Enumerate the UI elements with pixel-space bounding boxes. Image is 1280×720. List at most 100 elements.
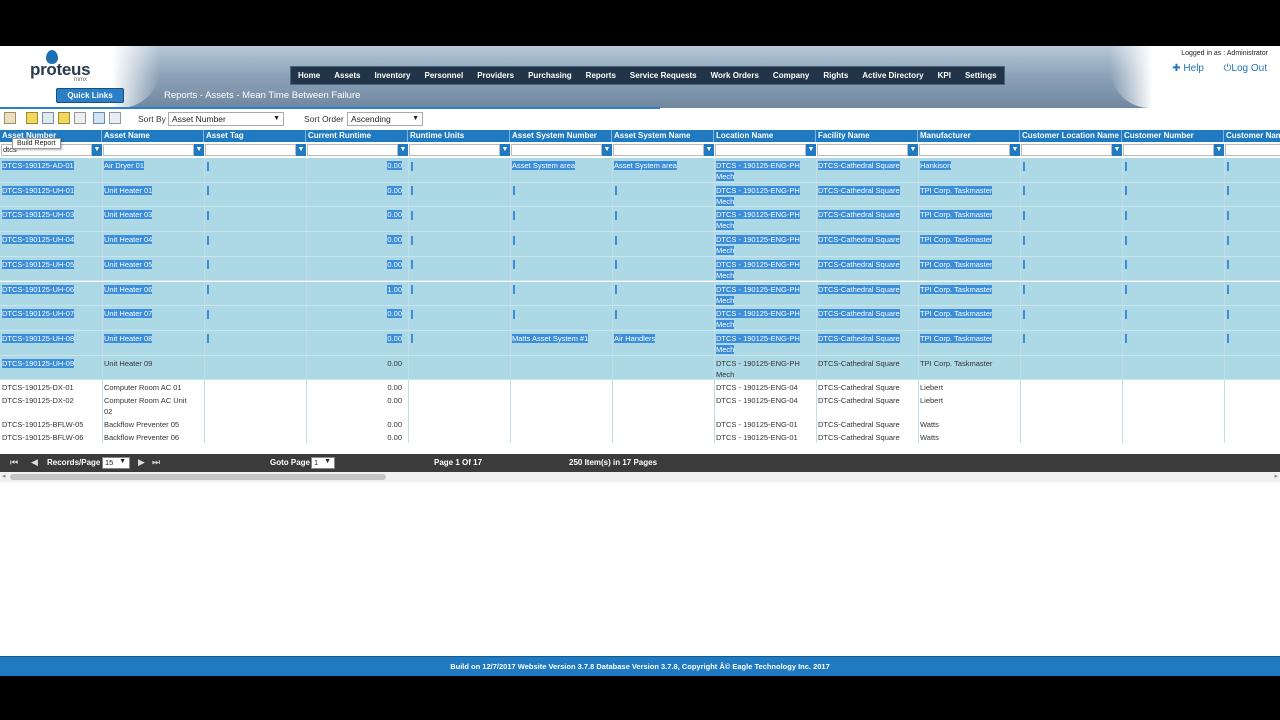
- nav-item-settings[interactable]: Settings: [958, 67, 1004, 86]
- scrollbar-thumb[interactable]: [10, 474, 386, 480]
- table-row[interactable]: DTCS-190125-UH-03 Unit Heater 03 0.00 DTCS …: [0, 207, 1280, 233]
- column-header[interactable]: Customer Number: [1122, 130, 1224, 142]
- nav-item-providers[interactable]: Providers: [470, 67, 521, 86]
- filter-input[interactable]: [919, 144, 1010, 156]
- cell-text: DTCS-190125-BFLW-05: [2, 420, 84, 430]
- sort-by-select[interactable]: Asset Number ▼: [168, 112, 284, 126]
- filter-funnel-icon[interactable]: ▼: [194, 144, 204, 156]
- nav-item-reports[interactable]: Reports: [579, 67, 623, 86]
- filter-funnel-icon[interactable]: ▼: [908, 144, 918, 156]
- horizontal-scrollbar[interactable]: ◂ ▸: [0, 472, 1280, 482]
- help-link[interactable]: ✚ Help: [1172, 63, 1204, 74]
- empty-cell: [1225, 259, 1229, 270]
- filter-funnel-icon[interactable]: ▼: [1214, 144, 1224, 156]
- filter-input[interactable]: [205, 144, 296, 156]
- next-page-icon[interactable]: ▶: [138, 457, 145, 468]
- column-header[interactable]: Facility Name: [816, 130, 918, 142]
- column-header[interactable]: Customer Nam: [1224, 130, 1280, 142]
- filter-input[interactable]: [103, 144, 194, 156]
- filter-input[interactable]: [511, 144, 602, 156]
- table-row[interactable]: DTCS-190125-UH-09 Unit Heater 09 0.00 DTCS …: [0, 355, 1280, 381]
- scroll-right-icon[interactable]: ▸: [1274, 472, 1278, 480]
- first-page-icon[interactable]: ⏮: [10, 457, 18, 468]
- table-row[interactable]: DTCS-190125-DX-02 Computer Room AC Unit 02…: [0, 393, 1280, 418]
- filter-funnel-icon[interactable]: ▼: [1112, 144, 1122, 156]
- nav-item-company[interactable]: Company: [766, 67, 816, 86]
- filter-input[interactable]: [1123, 144, 1214, 156]
- nav-item-home[interactable]: Home: [291, 67, 327, 86]
- column-header[interactable]: Customer Location Name: [1020, 130, 1122, 142]
- quick-links-button[interactable]: Quick Links: [56, 88, 124, 103]
- table-row[interactable]: DTCS-190125-DX-01 Computer Room AC 01 0.00…: [0, 380, 1280, 394]
- column-header[interactable]: Asset Name: [102, 130, 204, 142]
- filter-clear-icon[interactable]: [93, 112, 105, 124]
- filter-funnel-icon[interactable]: ▼: [500, 144, 510, 156]
- nav-item-purchasing[interactable]: Purchasing: [521, 67, 579, 86]
- table-row[interactable]: DTCS-190125-UH-06 Unit Heater 06 1.00 DTCS …: [0, 281, 1280, 307]
- filter-funnel-icon[interactable]: ▼: [1010, 144, 1020, 156]
- sort-order-select[interactable]: Ascending ▼: [347, 112, 423, 126]
- table-icon[interactable]: [42, 112, 54, 124]
- filter-funnel-icon[interactable]: ▼: [296, 144, 306, 156]
- export-icon[interactable]: [58, 112, 70, 124]
- filter-funnel-icon[interactable]: ▼: [602, 144, 612, 156]
- logo[interactable]: proteus mmx: [30, 50, 100, 86]
- asset-number-cell: DTCS-190125-UH-01: [0, 185, 75, 196]
- nav-item-service-requests[interactable]: Service Requests: [623, 67, 704, 86]
- empty-cell: [409, 284, 413, 295]
- build-report-tooltip: Build Report: [12, 138, 61, 149]
- location-name-cell: DTCS - 190125-ENG-04: [714, 395, 798, 406]
- column-header[interactable]: Location Name: [714, 130, 816, 142]
- nav-item-kpi[interactable]: KPI: [931, 67, 958, 86]
- nav-item-inventory[interactable]: Inventory: [367, 67, 417, 86]
- location-name-cell: DTCS - 190125-ENG-PH: [714, 160, 800, 171]
- asset-name-cell: Backflow Preventer 06: [102, 432, 179, 443]
- filter-funnel-icon[interactable]: ▼: [398, 144, 408, 156]
- table-row[interactable]: DTCS-190125-UH-04 Unit Heater 04 0.00 DTCS …: [0, 232, 1280, 257]
- filter-funnel-icon[interactable]: ▼: [806, 144, 816, 156]
- column-header[interactable]: Asset System Number: [510, 130, 612, 142]
- scroll-left-icon[interactable]: ◂: [2, 472, 6, 480]
- column-header[interactable]: Runtime Units: [408, 130, 510, 142]
- table-row[interactable]: DTCS-190125-UH-05 Unit Heater 05 0.00 DTCS …: [0, 256, 1280, 282]
- current-runtime-cell: 0.00: [306, 358, 402, 369]
- filter-funnel-icon[interactable]: ▼: [704, 144, 714, 156]
- prev-page-icon[interactable]: ◀: [31, 457, 38, 468]
- filter-input[interactable]: [307, 144, 398, 156]
- filter-input[interactable]: [817, 144, 908, 156]
- column-header[interactable]: Manufacturer: [918, 130, 1020, 142]
- nav-item-work-orders[interactable]: Work Orders: [704, 67, 766, 86]
- table-row[interactable]: DTCS-190125-UH-07 Unit Heater 07 0.00 DTCS …: [0, 306, 1280, 331]
- print-icon[interactable]: [109, 112, 121, 124]
- empty-cell: [511, 185, 515, 196]
- column-header[interactable]: Asset Tag: [204, 130, 306, 142]
- grid-icon[interactable]: [26, 112, 38, 124]
- column-header[interactable]: Asset System Name: [612, 130, 714, 142]
- table-row[interactable]: DTCS-190125-BFLW-05 Backflow Preventer 05…: [0, 417, 1280, 431]
- filter-input[interactable]: [715, 144, 806, 156]
- filter-input[interactable]: [613, 144, 704, 156]
- nav-item-personnel[interactable]: Personnel: [418, 67, 471, 86]
- nav-item-rights[interactable]: Rights: [816, 67, 855, 86]
- table-row[interactable]: DTCS-190125-UH-01 Unit Heater 01 0.00 DTCS …: [0, 182, 1280, 208]
- last-page-icon[interactable]: ⏭: [152, 457, 160, 468]
- nav-item-active-directory[interactable]: Active Directory: [855, 67, 930, 86]
- logout-link[interactable]: ⏻Log Out: [1223, 63, 1267, 74]
- filter-input[interactable]: [1225, 144, 1280, 156]
- asset-number-cell: DTCS-190125-AD-01: [0, 160, 74, 171]
- filter-funnel-icon[interactable]: ▼: [92, 144, 102, 156]
- records-per-page-select[interactable]: 15 ▼: [102, 457, 130, 469]
- filter-input[interactable]: [1021, 144, 1112, 156]
- table-row[interactable]: DTCS-190125-AD-01 Air Dryer 01 0.00 Asset S…: [0, 158, 1280, 183]
- filter-input[interactable]: [409, 144, 500, 156]
- goto-page-select[interactable]: 1 ▼: [311, 457, 335, 469]
- table-row[interactable]: DTCS-190125-BFLW-06 Backflow Preventer 06…: [0, 430, 1280, 444]
- column-header[interactable]: Current Runtime: [306, 130, 408, 142]
- nav-item-assets[interactable]: Assets: [327, 67, 367, 86]
- columns-icon[interactable]: [74, 112, 86, 124]
- table-row[interactable]: DTCS-190125-UH-08 Unit Heater 08 0.00 Matts…: [0, 330, 1280, 356]
- footer: Build on 12/7/2017 Website Version 3.7.8…: [0, 656, 1280, 676]
- cell-text: DTCS-190125-UH-03: [2, 210, 75, 220]
- cell-text: Watts: [920, 433, 939, 443]
- build-report-icon[interactable]: [4, 112, 16, 124]
